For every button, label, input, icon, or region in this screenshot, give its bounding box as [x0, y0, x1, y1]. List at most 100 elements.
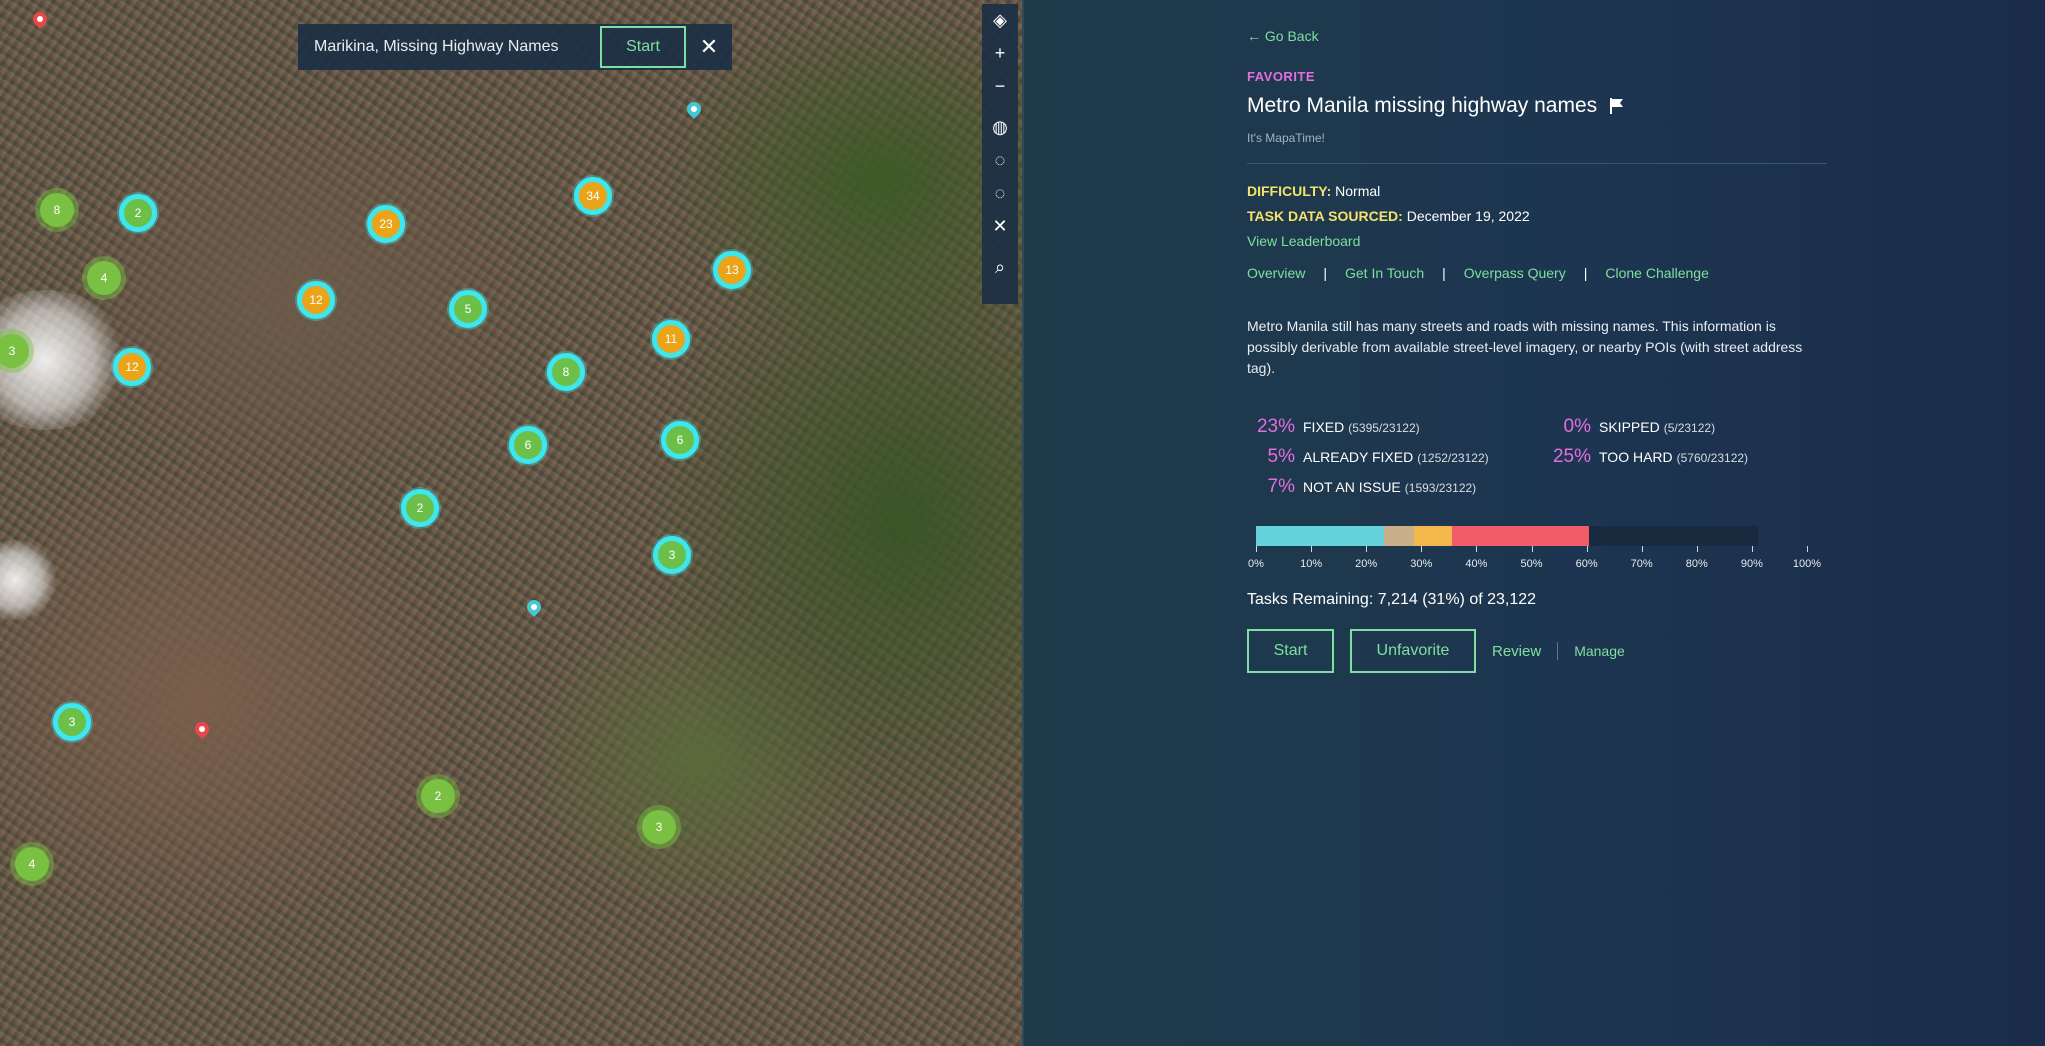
stat-percent: 25%: [1552, 446, 1591, 467]
axis-tick-label: 100%: [1792, 558, 1822, 570]
map-cluster-marker[interactable]: 2: [421, 779, 455, 813]
challenge-title: Metro Manila missing highway names: [1247, 94, 1598, 117]
challenge-description: Metro Manila still has many streets and …: [1247, 318, 1803, 376]
map-cluster-marker[interactable]: 5: [449, 290, 487, 328]
map-cluster-marker[interactable]: 2: [119, 194, 157, 232]
stat-percent: 5%: [1267, 446, 1295, 467]
stat-label: NOT AN ISSUE: [1303, 479, 1401, 495]
axis-tick: [1476, 546, 1478, 552]
favorite-badge: FAVORITE: [1247, 69, 1316, 84]
layers-icon[interactable]: ◈: [982, 4, 1018, 37]
map-cluster-marker[interactable]: 13: [713, 251, 751, 289]
stat-percent: 0%: [1563, 416, 1591, 437]
page-title: Metro Manila missing highway names: [1247, 94, 1625, 118]
zoom-in-icon[interactable]: +: [982, 37, 1018, 70]
lasso-deselect-icon[interactable]: ◌: [982, 177, 1018, 210]
stat-fixed: 23% FIXED (5395/23122): [1247, 416, 1420, 438]
sourced-row: TASK DATA SOURCED: December 19, 2022: [1247, 208, 1530, 224]
link-separator: |: [1323, 265, 1327, 281]
map-cluster-marker[interactable]: 4: [87, 261, 121, 295]
review-link[interactable]: Review: [1492, 643, 1541, 660]
map-pin-red[interactable]: [192, 719, 212, 739]
stat-count: (5760/23122): [1676, 451, 1749, 465]
search-icon[interactable]: ⌕: [982, 251, 1018, 284]
clear-selection-icon[interactable]: ✕: [982, 210, 1018, 243]
sourced-value: December 19, 2022: [1406, 208, 1530, 224]
manage-link[interactable]: Manage: [1574, 643, 1625, 659]
stat-skipped: 0% SKIPPED (5/23122): [1543, 416, 1716, 438]
challenge-links: Overview | Get In Touch | Overpass Query | Clo…: [1247, 265, 1709, 281]
axis-tick-label: 30%: [1410, 558, 1433, 570]
map-cluster-marker[interactable]: 8: [40, 193, 74, 227]
stat-percent: 7%: [1267, 476, 1295, 497]
get-in-touch-link[interactable]: Get In Touch: [1345, 265, 1424, 281]
axis-tick-label: 80%: [1685, 558, 1708, 570]
map-pin-teal[interactable]: [524, 597, 544, 617]
progress-axis: 0% 10% 20% 30% 40% 50% 60% 70% 80% 90% 100%: [1248, 546, 1821, 576]
map-cluster-marker[interactable]: 6: [661, 421, 699, 459]
flag-icon[interactable]: [1609, 97, 1625, 115]
axis-tick-label: 20%: [1355, 558, 1378, 570]
axis-tick-label: 10%: [1300, 558, 1323, 570]
map-cluster-marker[interactable]: 6: [509, 426, 547, 464]
stat-not-an-issue: 7% NOT AN ISSUE (1593/23122): [1247, 476, 1477, 498]
map-cluster-marker[interactable]: 23: [367, 205, 405, 243]
map-cluster-marker[interactable]: 3: [53, 703, 91, 741]
map-cluster-marker[interactable]: 34: [574, 177, 612, 215]
stat-count: (1593/23122): [1404, 481, 1477, 495]
difficulty-value: Normal: [1335, 183, 1381, 199]
map-toolbar: ◈ + − ◍ ◌ ◌ ✕ ⌕: [982, 4, 1018, 304]
progress-bar: [1256, 526, 1758, 546]
close-icon[interactable]: ✕: [686, 34, 732, 60]
map-cluster-marker[interactable]: 12: [297, 281, 335, 319]
axis-tick: [1366, 546, 1368, 552]
map-cluster-marker[interactable]: 3: [642, 810, 676, 844]
stat-label: ALREADY FIXED: [1303, 449, 1414, 465]
axis-tick: [1641, 546, 1643, 552]
cloud: [0, 540, 60, 620]
stat-already-fixed: 5% ALREADY FIXED (1252/23122): [1247, 446, 1489, 468]
difficulty-row: DIFFICULTY: Normal: [1247, 183, 1380, 199]
axis-tick: [1751, 546, 1753, 552]
map-cluster-marker[interactable]: 3: [653, 536, 691, 574]
globe-icon[interactable]: ◍: [982, 111, 1018, 144]
axis-tick: [1807, 546, 1808, 552]
overview-link[interactable]: Overview: [1247, 265, 1305, 281]
stat-label: TOO HARD: [1599, 449, 1673, 465]
view-leaderboard-link[interactable]: View Leaderboard: [1247, 233, 1360, 249]
lasso-select-icon[interactable]: ◌: [982, 144, 1018, 177]
map-challenge-name: Marikina, Missing Highway Names: [314, 38, 559, 55]
map-cluster-marker[interactable]: 2: [401, 489, 439, 527]
go-back-link[interactable]: ← Go Back: [1247, 28, 1319, 44]
map-cluster-marker[interactable]: 4: [15, 847, 49, 881]
sourced-key: TASK DATA SOURCED:: [1247, 208, 1403, 224]
progress-segment: [1414, 526, 1453, 546]
axis-tick: [1256, 546, 1257, 552]
map-cluster-marker[interactable]: 12: [113, 348, 151, 386]
progress-segment: [1452, 526, 1590, 546]
clone-challenge-link[interactable]: Clone Challenge: [1605, 265, 1709, 281]
map-view[interactable]: 8 2 4 23 34 12 5 13 3 12 11 8 6 6 2 3 3 2 3 4 Marikina, Mis…: [0, 0, 1022, 1046]
stat-percent: 23%: [1256, 416, 1295, 437]
stat-count: (5/23122): [1663, 421, 1716, 435]
axis-tick-label: 90%: [1740, 558, 1763, 570]
axis-tick: [1531, 546, 1533, 552]
challenge-panel: ← Go Back FAVORITE Metro Manila missing …: [1022, 0, 2045, 1046]
axis-tick-label: 70%: [1630, 558, 1653, 570]
overpass-query-link[interactable]: Overpass Query: [1464, 265, 1566, 281]
stat-count: (1252/23122): [1417, 451, 1489, 465]
map-pin-teal[interactable]: [684, 99, 704, 119]
map-start-button[interactable]: Start: [600, 26, 686, 68]
link-separator: |: [1442, 265, 1446, 281]
map-cluster-marker[interactable]: 11: [652, 320, 690, 358]
map-cluster-marker[interactable]: 8: [547, 353, 585, 391]
axis-tick: [1311, 546, 1313, 552]
zoom-out-icon[interactable]: −: [982, 70, 1018, 103]
unfavorite-button[interactable]: Unfavorite: [1350, 629, 1476, 673]
progress-segment: [1384, 526, 1415, 546]
challenge-actions: Start Unfavorite Review Manage: [1247, 629, 1625, 673]
map-pin-red[interactable]: [30, 9, 50, 29]
stat-label: SKIPPED: [1599, 419, 1660, 435]
axis-tick-label: 50%: [1520, 558, 1543, 570]
start-button[interactable]: Start: [1247, 629, 1334, 673]
